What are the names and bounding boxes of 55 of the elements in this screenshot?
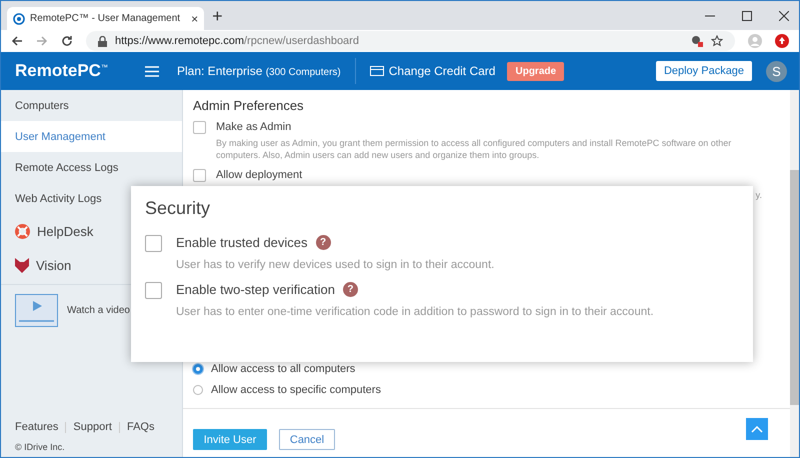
sidebar-item[interactable]: Remote Access Logs [1, 152, 182, 183]
checkbox[interactable] [193, 121, 206, 134]
option-label: Enable two-step verification [176, 282, 335, 297]
copyright-text: © IDrive Inc. [14, 441, 66, 454]
watch-video-link[interactable]: Watch a video [67, 305, 130, 316]
sidebar-item[interactable]: User Management [1, 121, 182, 152]
cancel-button[interactable]: Cancel [279, 429, 335, 450]
deploy-package-button[interactable]: Deploy Package [656, 61, 752, 81]
menu-icon[interactable] [145, 66, 159, 76]
option-description: y. [756, 190, 762, 200]
maximize-icon[interactable] [742, 10, 752, 20]
radio-label: Allow access to specific computers [211, 384, 381, 396]
close-tab-button[interactable]: × [191, 12, 198, 26]
option-description: User has to enter one-time verification code in addition to password to sign in to their account. [176, 306, 654, 318]
back-arrow-icon[interactable] [11, 35, 23, 47]
extension-icon[interactable] [775, 34, 789, 48]
dialog-title: Security [145, 198, 212, 219]
footer-link[interactable]: FAQs [126, 421, 154, 433]
chevron-up-icon [751, 426, 763, 432]
address-bar[interactable]: https://www.remotepc.com/rpcnew/userdashboard [86, 31, 735, 51]
logo[interactable]: RemotePC$^{™}$ [15, 61, 145, 81]
option-description: By making user as Admin, you grant them permission to access all configured computers and install RemotePC software on other computers. Also, Admin users can add new users and organize them into groups. [216, 137, 732, 161]
option-label: Make as Admin [216, 121, 292, 133]
video-thumbnail-icon[interactable] [15, 294, 58, 327]
close-icon[interactable] [779, 10, 789, 20]
plan-label: Plan: Enterprise (300 Computers) [177, 64, 341, 78]
sidebar-item[interactable]: Computers [1, 90, 182, 121]
new-tab-button[interactable]: + [212, 6, 223, 27]
url-text: https://www.remotepc.com/rpcnew/userdashboard [115, 35, 359, 47]
section-heading: Admin Preferences [193, 98, 305, 113]
lock-icon [98, 36, 107, 46]
option-label: Allow deployment [216, 169, 302, 181]
radio-label: Allow access to all computers [211, 362, 356, 374]
scroll-to-top-button[interactable] [746, 418, 768, 440]
checkbox[interactable] [193, 169, 206, 182]
forward-arrow-icon[interactable] [36, 35, 48, 47]
scrollbar-thumb[interactable] [790, 170, 799, 405]
browser-tab[interactable]: RemotePC™ - User Management × [7, 7, 204, 30]
option-description: User has to verify new devices used to sign in to their account. [176, 259, 494, 271]
lifebuoy-icon [15, 224, 30, 238]
star-icon[interactable] [711, 35, 723, 47]
checkbox[interactable] [145, 235, 162, 252]
reload-icon[interactable] [61, 35, 73, 47]
option-label: Enable trusted devices [176, 235, 308, 250]
footer-link[interactable]: Features [15, 421, 58, 433]
fox-head-icon [15, 258, 29, 272]
tab-title: RemotePC™ - User Management [30, 13, 180, 24]
radio-button[interactable] [193, 384, 203, 394]
extension-icon[interactable] [691, 35, 703, 47]
help-icon[interactable]: ? [316, 235, 331, 250]
help-icon[interactable]: ? [342, 282, 358, 297]
checkbox[interactable] [145, 282, 162, 299]
change-credit-card-link[interactable]: Change Credit Card [370, 64, 496, 78]
credit-card-icon [370, 66, 384, 76]
footer-link[interactable]: Support [73, 421, 112, 433]
